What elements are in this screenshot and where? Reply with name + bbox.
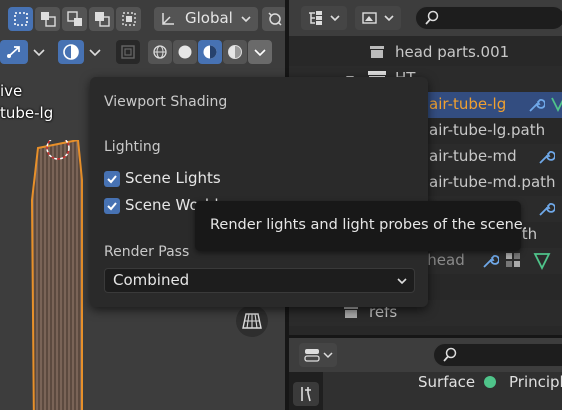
shading-material-icon[interactable] (198, 40, 222, 64)
popover-title: Viewport Shading (104, 94, 228, 110)
properties-panel: Surface Principle (289, 338, 562, 410)
scene-world-checkbox[interactable] (104, 198, 120, 214)
search-icon (443, 347, 457, 362)
render-pass-value: Combined (113, 271, 190, 289)
wrench-icon[interactable] (527, 96, 545, 114)
item-label: air-tube-lg (429, 95, 507, 113)
surface-label: Surface (418, 373, 476, 391)
active-object-name: tube-lg (0, 104, 54, 122)
checkmark-icon (107, 202, 117, 211)
properties-tabs (289, 372, 323, 410)
chevron-down-icon[interactable] (32, 45, 46, 59)
outliner-search-input[interactable] (415, 6, 562, 30)
display-mode-button[interactable] (301, 6, 347, 30)
wrench-icon[interactable] (537, 148, 555, 166)
select-difference-icon[interactable] (89, 7, 114, 31)
item-label: air-tube-lg.path (429, 121, 546, 139)
orientation-dropdown[interactable]: Global (154, 7, 258, 31)
tooltip: Render lights and light probes of the sc… (195, 201, 527, 251)
shading-solid-icon[interactable] (173, 40, 197, 64)
scene-world-label-text: Scene Wor (125, 196, 205, 214)
scene-lights-label[interactable]: Scene Lights (125, 169, 221, 187)
orientation-label: Global (185, 9, 233, 27)
hair-tube-object[interactable] (26, 140, 88, 410)
active-object-info: ive (0, 82, 23, 100)
chevron-down-icon[interactable] (88, 45, 102, 59)
list-item[interactable]: head parts.001 (289, 40, 562, 66)
lighting-section-label: Lighting (104, 139, 161, 155)
wrench-icon[interactable] (481, 252, 499, 270)
filter-button[interactable] (355, 6, 401, 30)
mesh-data-icon[interactable] (533, 252, 551, 270)
orientation-icon (162, 13, 174, 25)
vertex-groups-icon[interactable] (505, 252, 523, 270)
item-label: head parts.001 (395, 43, 510, 61)
viewport-shading-popover: Viewport Shading Lighting Scene Lights S… (90, 77, 428, 307)
item-label: air-tube-md (429, 147, 517, 165)
scene-lights-checkbox[interactable] (104, 171, 120, 187)
shader-socket-icon (484, 376, 496, 388)
render-pass-dropdown[interactable]: Combined (104, 268, 415, 293)
tooltip-text: Render lights and light probes of the sc… (210, 217, 528, 233)
snap-icon[interactable] (262, 7, 285, 31)
outliner-header (289, 0, 562, 36)
editor-type-button[interactable] (299, 343, 337, 367)
chevron-down-icon (397, 278, 407, 285)
select-invert-icon[interactable] (116, 7, 141, 31)
select-extend-icon[interactable] (35, 7, 60, 31)
shading-wireframe-icon[interactable] (148, 40, 172, 64)
item-label: air-tube-md.path (429, 173, 556, 191)
overlay-icon[interactable] (58, 40, 84, 64)
chevron-down-icon (241, 16, 251, 23)
xray-icon[interactable] (116, 40, 140, 64)
viewport-header: Global (0, 0, 285, 68)
surface-shader-value[interactable]: Principle (509, 373, 562, 391)
tool-settings-icon[interactable] (293, 382, 319, 406)
properties-header (289, 338, 562, 372)
checkmark-icon (107, 175, 117, 184)
transform-icon[interactable] (0, 40, 28, 64)
select-box-icon[interactable] (8, 7, 33, 31)
grid-tool-icon[interactable] (236, 305, 268, 337)
shading-dropdown-icon[interactable] (248, 40, 272, 64)
properties-search-input[interactable] (433, 343, 562, 367)
collection-icon (370, 46, 384, 58)
wrench-icon[interactable] (537, 200, 555, 218)
shading-rendered-icon[interactable] (223, 40, 247, 64)
render-pass-section-label: Render Pass (104, 244, 190, 260)
select-subtract-icon[interactable] (62, 7, 87, 31)
curve-data-icon[interactable] (551, 96, 562, 114)
search-icon (425, 10, 439, 25)
